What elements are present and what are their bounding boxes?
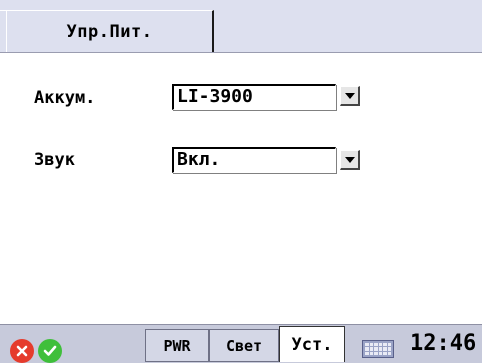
chevron-down-icon xyxy=(344,156,355,163)
check-icon[interactable] xyxy=(38,339,62,363)
setup-button[interactable]: Уст. xyxy=(279,326,345,362)
close-icon[interactable] xyxy=(10,339,34,363)
sound-select[interactable]: Вкл. xyxy=(172,147,336,173)
light-button[interactable]: Свет xyxy=(209,329,279,362)
pwr-button[interactable]: PWR xyxy=(145,329,209,362)
keyboard-icon[interactable] xyxy=(362,340,394,358)
battery-select[interactable]: LI-3900 xyxy=(172,84,336,110)
battery-dropdown-button[interactable] xyxy=(340,86,360,106)
tab-power-control[interactable]: Упр.Пит. xyxy=(6,10,214,52)
sound-dropdown-button[interactable] xyxy=(340,150,360,170)
battery-label: Аккум. xyxy=(34,88,96,108)
chevron-down-icon xyxy=(344,92,355,99)
clock: 12:46 xyxy=(410,331,477,356)
tab-power-control-label: Упр.Пит. xyxy=(66,21,153,42)
sound-label: Звук xyxy=(34,150,75,170)
